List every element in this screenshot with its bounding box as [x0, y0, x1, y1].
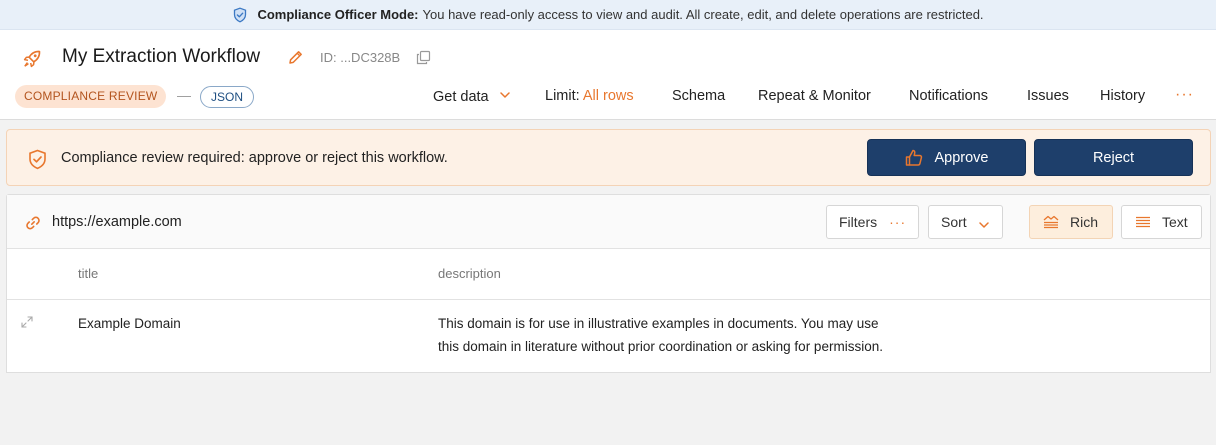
cell-description: This domain is for use in illustrative e…: [438, 312, 883, 358]
link-icon: [25, 215, 41, 231]
filters-button[interactable]: Filters ···: [826, 205, 919, 239]
nav-limit[interactable]: Limit: All rows: [545, 88, 634, 104]
reject-button[interactable]: Reject: [1034, 139, 1193, 176]
shield-check-icon: [27, 149, 48, 170]
rich-view-button[interactable]: Rich: [1029, 205, 1113, 239]
column-header-title[interactable]: title: [78, 266, 98, 281]
nav-limit-value: All rows: [582, 88, 634, 104]
nav-get-data-label: Get data: [433, 89, 489, 105]
source-url: https://example.com: [52, 214, 182, 230]
cell-description-line-1: This domain is for use in illustrative e…: [438, 316, 879, 331]
badge-separator: —: [177, 87, 191, 103]
panel-toolbar: https://example.com Filters ··· Sort Ric…: [7, 195, 1210, 249]
compliance-review-alert: Compliance review required: approve or r…: [6, 129, 1211, 186]
format-badge: JSON: [200, 86, 255, 108]
banner-message: You have read-only access to view and au…: [422, 7, 984, 22]
table-row[interactable]: Example Domain This domain is for use in…: [7, 300, 1210, 373]
expand-row-icon[interactable]: [20, 315, 34, 329]
rocket-icon: [22, 49, 42, 69]
nav-get-data[interactable]: Get data: [433, 88, 510, 105]
workflow-id: ID: ...DC328B: [320, 50, 401, 65]
rich-view-label: Rich: [1070, 214, 1099, 230]
edit-title-pencil-icon[interactable]: [287, 49, 304, 66]
banner-mode-label: Compliance Officer Mode:: [257, 7, 419, 22]
filters-more-icon: ···: [889, 214, 907, 230]
workflow-title: My Extraction Workflow: [62, 46, 261, 67]
nav-notifications[interactable]: Notifications: [909, 88, 988, 104]
chevron-down-icon: [978, 217, 989, 228]
shield-check-icon: [232, 7, 248, 23]
status-badge: COMPLIANCE REVIEW: [15, 85, 167, 108]
copy-id-icon[interactable]: [416, 50, 431, 65]
text-lines-icon: [1134, 214, 1152, 230]
nav-history[interactable]: History: [1100, 88, 1145, 104]
cell-title: Example Domain: [78, 316, 181, 331]
chevron-down-icon: [499, 88, 510, 98]
table-header: title description: [7, 249, 1210, 300]
text-view-button[interactable]: Text: [1121, 205, 1202, 239]
cell-description-line-2: this domain in literature without prior …: [438, 339, 883, 354]
workflow-header: My Extraction Workflow ID: ...DC328B COM…: [0, 30, 1216, 120]
data-preview-panel: https://example.com Filters ··· Sort Ric…: [6, 194, 1211, 373]
filters-label: Filters: [839, 214, 878, 230]
review-message: Compliance review required: approve or r…: [61, 150, 448, 166]
nav-schema[interactable]: Schema: [672, 88, 725, 104]
compliance-mode-banner: Compliance Officer Mode: You have read-o…: [0, 0, 1216, 30]
nav-repeat-monitor[interactable]: Repeat & Monitor: [758, 88, 871, 104]
rich-view-icon: [1042, 214, 1060, 230]
thumbs-up-icon: [904, 148, 924, 168]
text-view-label: Text: [1162, 214, 1188, 230]
column-header-description[interactable]: description: [438, 266, 501, 281]
more-options-icon[interactable]: ···: [1175, 86, 1194, 104]
sort-label: Sort: [941, 214, 967, 230]
approve-button-label: Approve: [934, 149, 989, 166]
nav-issues[interactable]: Issues: [1027, 88, 1069, 104]
approve-button[interactable]: Approve: [867, 139, 1026, 176]
nav-limit-label: Limit:: [545, 88, 580, 104]
sort-button[interactable]: Sort: [928, 205, 1003, 239]
